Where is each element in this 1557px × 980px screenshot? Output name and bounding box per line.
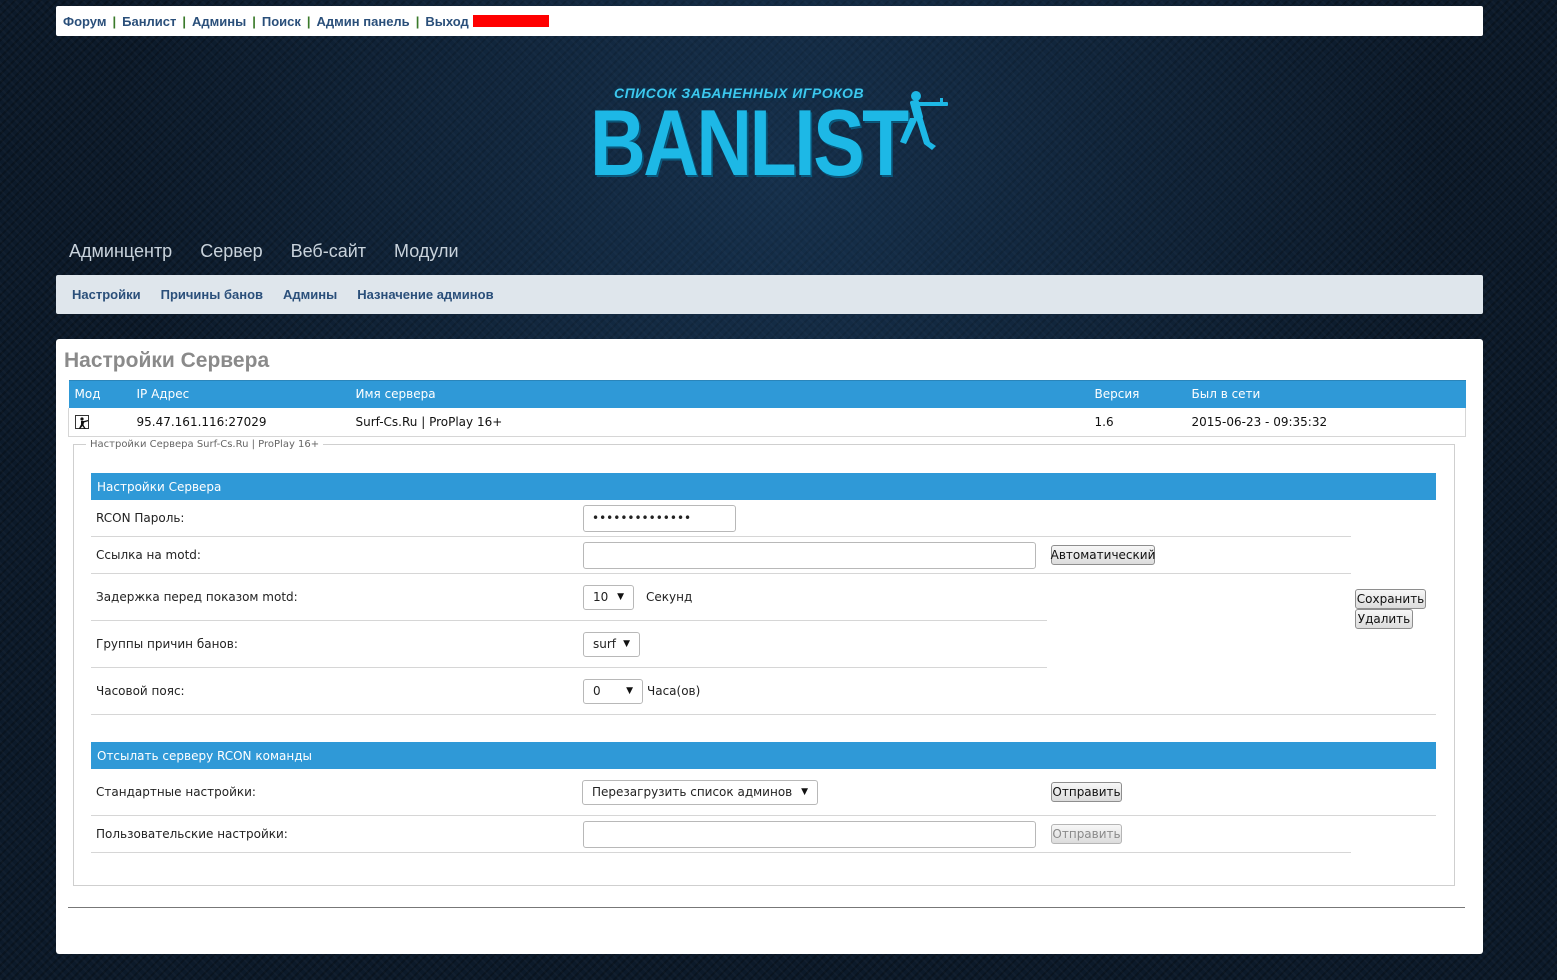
col-ip: IP Адрес: [130, 380, 350, 408]
link-banlist[interactable]: Банлист: [122, 14, 176, 29]
link-forum[interactable]: Форум: [63, 14, 106, 29]
standard-command-value: Перезагрузить список админов: [592, 785, 793, 799]
delay-label: Задержка перед показом motd:: [96, 590, 298, 604]
separator: |: [182, 13, 187, 29]
main-nav: Админцентр Сервер Веб-сайт Модули: [69, 241, 459, 262]
send-button[interactable]: Отправить: [1051, 782, 1122, 802]
nav-modules[interactable]: Модули: [394, 241, 458, 262]
link-admin-panel[interactable]: Админ панель: [317, 14, 410, 29]
timezone-unit: Часа(ов): [647, 684, 701, 698]
link-logout[interactable]: Выход: [425, 14, 468, 29]
delay-select[interactable]: 10 ▼: [583, 584, 634, 610]
ip-cell: 95.47.161.116:27029: [130, 407, 350, 437]
server-table: Мод IP Адрес Имя сервера Версия Был в се…: [68, 380, 1466, 437]
soldier-icon: [900, 91, 948, 150]
rcon-password-input[interactable]: ••••••••••••••: [583, 504, 736, 532]
subnav-assign-admins[interactable]: Назначение админов: [357, 287, 493, 302]
delay-unit: Секунд: [646, 590, 693, 604]
dropdown-arrow-icon: ▼: [617, 592, 624, 602]
motd-label: Ссылка на motd:: [96, 548, 201, 562]
version-cell: 1.6: [1088, 407, 1186, 437]
server-name-cell: Surf-Cs.Ru | ProPlay 16+: [349, 407, 1089, 437]
delete-button[interactable]: Удалить: [1355, 609, 1413, 629]
delay-value: 10: [593, 590, 609, 604]
rcon-label: RCON Пароль:: [96, 511, 185, 525]
custom-command-input[interactable]: [583, 820, 1036, 848]
col-name: Имя сервера: [349, 380, 1089, 408]
nav-website[interactable]: Веб-сайт: [291, 241, 366, 262]
timezone-value: 0: [593, 684, 601, 698]
subnav-admins[interactable]: Админы: [283, 287, 337, 302]
groups-label: Группы причин банов:: [96, 637, 238, 651]
timezone-label: Часовой пояс:: [96, 684, 185, 698]
divider: [68, 907, 1465, 908]
section-header-rcon: Отсылать серверу RCON команды: [91, 742, 1436, 769]
link-search[interactable]: Поиск: [262, 14, 301, 29]
separator: |: [252, 13, 256, 29]
standard-label: Стандартные настройки:: [96, 785, 256, 799]
dropdown-arrow-icon: ▼: [623, 639, 630, 649]
standard-commands-row: Стандартные настройки: Перезагрузить спи…: [91, 769, 1436, 816]
nav-server[interactable]: Сервер: [200, 241, 262, 262]
content-panel: Настройки Сервера Мод IP Адрес Имя серве…: [56, 339, 1483, 954]
separator: |: [112, 13, 117, 29]
separator: |: [415, 13, 420, 29]
subnav-ban-reasons[interactable]: Причины банов: [161, 287, 263, 302]
col-last-seen: Был в сети: [1185, 380, 1466, 408]
mod-cell: [68, 407, 131, 437]
timezone-row: Часовой пояс: 0 ▼ Часа(ов): [91, 668, 1436, 715]
custom-commands-row: Пользовательские настройки: Отправить: [91, 816, 1351, 853]
save-button[interactable]: Сохранить: [1355, 589, 1426, 609]
subnav-settings[interactable]: Настройки: [72, 287, 141, 302]
redacted-username: [472, 15, 549, 27]
last-seen-cell: 2015-06-23 - 09:35:32: [1185, 407, 1466, 437]
settings-legend: Настройки Сервера Surf-Cs.Ru | ProPlay 1…: [90, 439, 320, 450]
motd-row: Ссылка на motd: Автоматический: [91, 537, 1351, 574]
timezone-select[interactable]: 0 ▼: [583, 678, 643, 704]
col-version: Версия: [1088, 380, 1186, 408]
ban-groups-row: Группы причин банов: surf ▼: [91, 621, 1047, 668]
page-title: Настройки Сервера: [64, 349, 270, 372]
col-mod: Мод: [68, 380, 131, 408]
logo-title: BANLIST: [590, 90, 909, 195]
table-row[interactable]: 95.47.161.116:27029 Surf-Cs.Ru | ProPlay…: [68, 407, 1466, 437]
cs-mod-icon: [75, 415, 89, 429]
dropdown-arrow-icon: ▼: [801, 787, 808, 797]
auto-button[interactable]: Автоматический: [1051, 545, 1155, 565]
server-settings-fieldset: Настройки Сервера Surf-Cs.Ru | ProPlay 1…: [73, 439, 1455, 886]
custom-label: Пользовательские настройки:: [96, 827, 288, 841]
link-admins[interactable]: Админы: [192, 14, 246, 29]
motd-delay-row: Задержка перед показом motd: 10 ▼ Секунд: [91, 574, 1047, 621]
ban-groups-select[interactable]: surf ▼: [583, 631, 640, 657]
nav-admin-center[interactable]: Админцентр: [69, 241, 172, 262]
banlist-logo[interactable]: СПИСОК ЗАБАНЕННЫХ ИГРОКОВ BANLIST: [590, 82, 960, 200]
top-bar: Форум | Банлист | Админы | Поиск | Админ…: [56, 6, 1483, 36]
sub-nav: Настройки Причины банов Админы Назначени…: [56, 275, 1483, 314]
section-header-settings: Настройки Сервера: [91, 473, 1436, 500]
motd-url-input[interactable]: [583, 541, 1036, 569]
separator: |: [306, 13, 311, 29]
standard-command-select[interactable]: Перезагрузить список админов ▼: [582, 779, 818, 805]
rcon-row: RCON Пароль: ••••••••••••••: [91, 500, 1351, 537]
send-button-disabled[interactable]: Отправить: [1051, 824, 1122, 844]
groups-value: surf: [593, 637, 617, 651]
dropdown-arrow-icon: ▼: [626, 686, 633, 696]
